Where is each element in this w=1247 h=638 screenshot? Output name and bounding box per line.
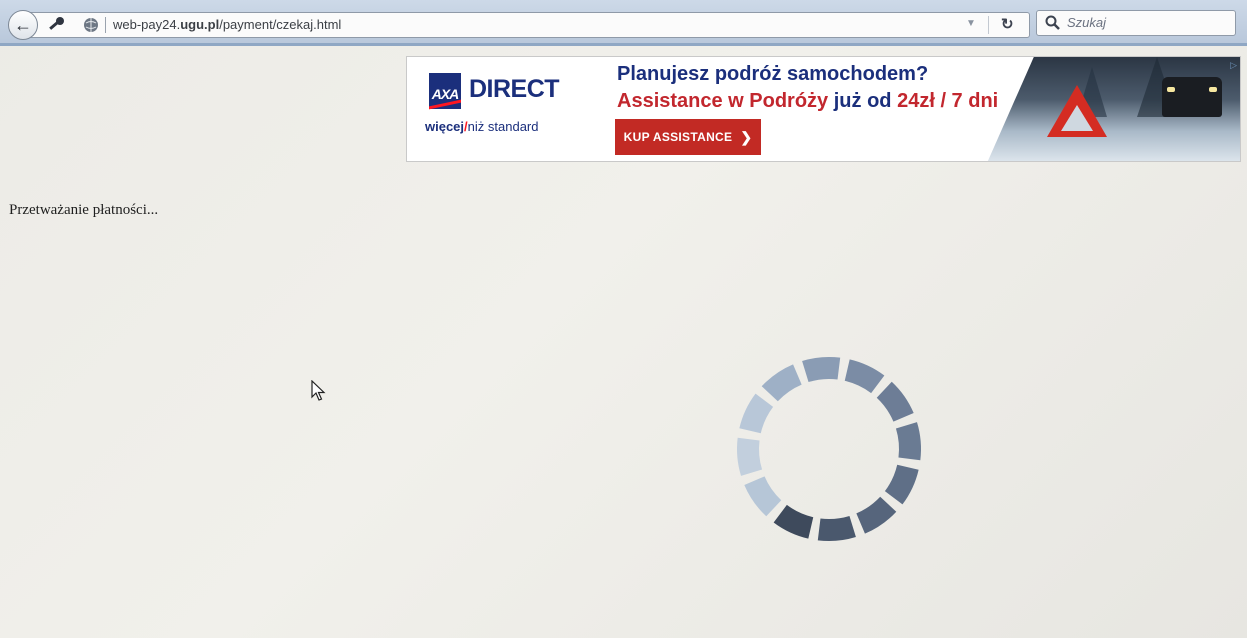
- address-bar[interactable]: web-pay24.ugu.pl/payment/czekaj.html ▼ ↻: [30, 12, 1030, 38]
- search-input[interactable]: Szukaj: [1036, 10, 1236, 36]
- screen: web-pay24.ugu.pl/payment/czekaj.html ▼ ↻…: [0, 0, 1247, 638]
- processing-status-text: Przetważanie płatności...: [9, 202, 159, 218]
- spinner-segment: [844, 359, 885, 394]
- spinner-segment: [856, 496, 897, 534]
- kup-assistance-button[interactable]: KUP ASSISTANCE ❯: [615, 119, 761, 155]
- axa-banner-ad[interactable]: AXA DIRECT więcej/niż standard Planujesz…: [406, 56, 1241, 162]
- spinner-segment: [737, 437, 763, 476]
- photo-headlight: [1209, 87, 1217, 92]
- url-history-dropdown-icon[interactable]: ▼: [966, 18, 976, 29]
- search-icon: [1045, 15, 1061, 31]
- globe-icon[interactable]: [83, 17, 99, 33]
- mouse-cursor-icon: [311, 379, 327, 402]
- axa-logo: AXA: [429, 73, 461, 110]
- brand-direct: DIRECT: [469, 75, 560, 103]
- url-domain: ugu.pl: [180, 17, 220, 32]
- search-placeholder: Szukaj: [1067, 15, 1107, 30]
- url-separator: [105, 17, 106, 33]
- spinner-segment: [739, 393, 774, 434]
- url-divider: [988, 16, 989, 34]
- url-text[interactable]: web-pay24.ugu.pl/payment/czekaj.html: [113, 17, 341, 32]
- browser-toolbar: web-pay24.ugu.pl/payment/czekaj.html ▼ ↻…: [0, 0, 1247, 46]
- spinner-segment: [876, 381, 914, 422]
- spinner-segment: [817, 515, 856, 541]
- ad-subline: Assistance w Podróży już od 24zł / 7 dni: [617, 90, 999, 112]
- winter-car-photo: [987, 57, 1240, 161]
- spinner-segment: [744, 476, 782, 517]
- back-arrow-icon: ←: [14, 14, 32, 35]
- spinner-segment: [895, 422, 921, 461]
- ad-headline: Planujesz podróż samochodem?: [617, 63, 929, 85]
- photo-headlight: [1167, 87, 1175, 92]
- spinner-segment: [761, 364, 802, 402]
- brand-tagline: więcej/niż standard: [425, 119, 539, 134]
- back-button[interactable]: ←: [8, 10, 38, 40]
- adchoices-icon[interactable]: ▷: [1230, 60, 1237, 71]
- spinner-segment: [884, 464, 919, 505]
- key-icon[interactable]: [47, 16, 65, 34]
- spinner-segment: [802, 357, 841, 383]
- cta-label: KUP ASSISTANCE: [623, 130, 733, 144]
- photo-car: [1162, 77, 1222, 117]
- reload-icon[interactable]: ↻: [1001, 15, 1014, 33]
- chevron-right-icon: ❯: [740, 128, 753, 145]
- loading-spinner: [737, 357, 921, 541]
- spinner-segment: [773, 504, 814, 539]
- warning-triangle-inner: [1061, 105, 1093, 131]
